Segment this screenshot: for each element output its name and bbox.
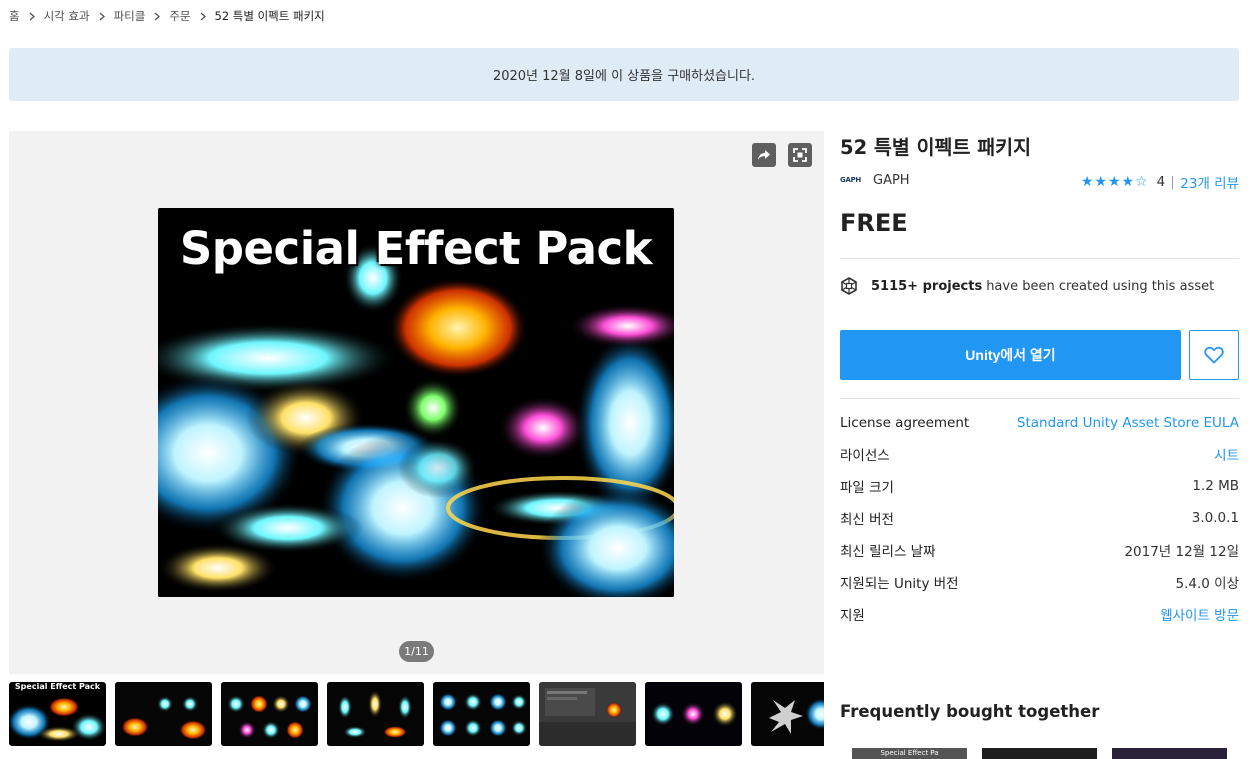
- main-image-title: Special Effect Pack: [179, 222, 653, 275]
- info-key: 최신 버전: [840, 512, 894, 528]
- info-row-license: 라이선스 시트: [840, 444, 1239, 464]
- info-key: 지원: [840, 608, 865, 624]
- visit-website-link[interactable]: 웹사이트 방문: [1160, 604, 1239, 624]
- publisher[interactable]: GAPH GAPH: [840, 172, 910, 188]
- thumbnail-1[interactable]: Special Effect Pack: [9, 682, 108, 747]
- projects-info: 5115+ projects have been created using t…: [840, 277, 1214, 295]
- product-title: 52 특별 이펙트 패키지: [840, 136, 1032, 159]
- frequently-bought-title: Frequently bought together: [840, 702, 1100, 721]
- price: FREE: [840, 209, 908, 237]
- thumbnail-5[interactable]: [433, 682, 530, 746]
- thumbnail-4[interactable]: [327, 682, 424, 746]
- info-key: 최신 릴리스 날짜: [840, 544, 936, 560]
- divider: [840, 398, 1239, 399]
- license-agreement-link[interactable]: Standard Unity Asset Store EULA: [1017, 415, 1239, 431]
- info-key: 파일 크기: [840, 480, 894, 496]
- purchase-banner: 2020년 12월 8일에 이 상품을 구매하셨습니다.: [9, 48, 1239, 101]
- unity-version-value: 5.4.0 이상: [1175, 576, 1239, 592]
- rating-value: 4: [1156, 174, 1166, 190]
- wishlist-button[interactable]: [1189, 330, 1239, 380]
- share-arrow-icon: [757, 149, 771, 161]
- image-counter: 1/11: [399, 641, 434, 662]
- info-key: License agreement: [840, 415, 970, 431]
- info-row-file-size: 파일 크기 1.2 MB: [840, 476, 1239, 496]
- thumbnail-1-label: Special Effect Pack: [14, 682, 101, 691]
- chevron-right-icon: [154, 12, 161, 21]
- info-row-latest-version: 최신 버전 3.0.0.1: [840, 508, 1239, 528]
- license-seat-link[interactable]: 시트: [1214, 444, 1239, 464]
- projects-count: 5115+ projects: [871, 278, 983, 294]
- thumbnail-3[interactable]: [221, 682, 318, 746]
- media-gallery: Special Effect Pack 1/11: [9, 131, 824, 674]
- fullscreen-icon: [793, 148, 807, 162]
- breadcrumb-order[interactable]: 주문: [169, 8, 190, 24]
- rating-divider: [1172, 175, 1174, 189]
- star-rating-icon: ★★★★☆: [1080, 174, 1149, 190]
- info-row-release-date: 최신 릴리스 날짜 2017년 12월 12일: [840, 540, 1239, 560]
- breadcrumb-current: 52 특별 이펙트 패키지: [214, 9, 325, 23]
- fbt-card-3[interactable]: [1112, 748, 1227, 759]
- thumbnail-8[interactable]: [751, 682, 824, 746]
- info-key: 라이선스: [840, 448, 890, 464]
- open-in-unity-button[interactable]: Unity에서 열기: [840, 330, 1181, 380]
- publisher-logo: GAPH: [840, 176, 861, 184]
- thumbnail-7[interactable]: [645, 682, 742, 746]
- breadcrumb: 홈 시각 효과 파티클 주문 52 특별 이펙트 패키지: [9, 7, 325, 25]
- fullscreen-button[interactable]: [788, 143, 812, 167]
- projects-text: have been created using this asset: [986, 278, 1215, 294]
- thumbnail-2[interactable]: [115, 682, 212, 746]
- thumbnail-6[interactable]: [539, 682, 636, 746]
- release-date-value: 2017년 12월 12일: [1124, 544, 1239, 560]
- share-button[interactable]: [752, 143, 776, 167]
- thumbnail-strip: Special Effect Pack: [9, 682, 824, 747]
- chevron-right-icon: [99, 12, 105, 21]
- chevron-right-icon: [200, 12, 206, 21]
- fbt-card-1-caption: Special Effect Pa: [880, 749, 939, 757]
- breadcrumb-visual-effects[interactable]: 시각 효과: [44, 8, 90, 24]
- fbt-card-2[interactable]: [982, 748, 1097, 759]
- divider: [840, 258, 1239, 259]
- info-row-support: 지원 웹사이트 방문: [840, 604, 1239, 624]
- info-key: 지원되는 Unity 버전: [840, 576, 959, 592]
- reviews-link[interactable]: 23개 리뷰: [1180, 172, 1239, 192]
- breadcrumb-particles[interactable]: 파티클: [114, 8, 146, 24]
- unity-projects-icon: [840, 277, 858, 295]
- breadcrumb-home[interactable]: 홈: [9, 8, 20, 24]
- latest-version-value: 3.0.0.1: [1191, 510, 1239, 526]
- info-row-license-agreement: License agreement Standard Unity Asset S…: [840, 413, 1239, 433]
- purchase-banner-text: 2020년 12월 8일에 이 상품을 구매하셨습니다.: [492, 69, 756, 84]
- publisher-name[interactable]: GAPH: [873, 173, 910, 188]
- info-row-unity-version: 지원되는 Unity 버전 5.4.0 이상: [840, 572, 1239, 592]
- heart-icon: [1204, 346, 1224, 364]
- fbt-card-1[interactable]: Special Effect Pa: [852, 748, 967, 759]
- file-size-value: 1.2 MB: [1192, 478, 1239, 494]
- main-preview-image[interactable]: Special Effect Pack: [158, 208, 674, 597]
- chevron-right-icon: [29, 12, 35, 21]
- rating: ★★★★☆ 4 23개 리뷰: [1081, 172, 1239, 192]
